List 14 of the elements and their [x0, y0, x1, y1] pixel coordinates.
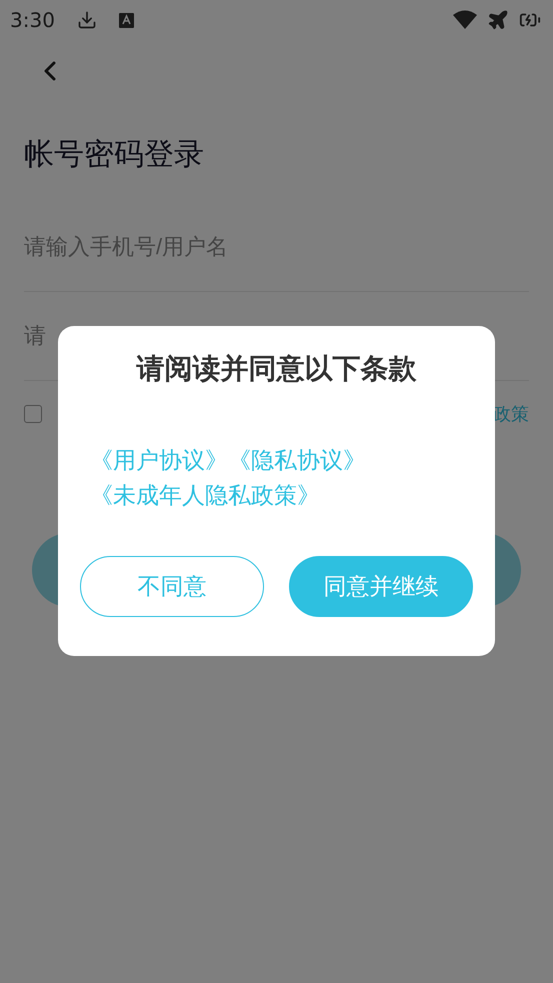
keyboard-icon	[118, 12, 134, 28]
username-field[interactable]: 请输入手机号/用户名	[24, 203, 529, 292]
page-title: 帐号密码登录	[24, 136, 205, 174]
wifi-icon	[453, 10, 477, 30]
agreement-checkbox[interactable]	[24, 405, 42, 423]
dialog-title: 请阅读并同意以下条款	[135, 351, 418, 387]
status-time: 3:30	[10, 8, 55, 32]
terms-link[interactable]: 《用户协议》	[90, 444, 228, 479]
terms-link[interactable]: 《未成年人隐私政策》	[90, 479, 320, 514]
airplane-icon	[487, 9, 509, 31]
disagree-button[interactable]: 不同意	[80, 556, 264, 617]
download-icon	[76, 10, 97, 30]
agree-button[interactable]: 同意并继续	[289, 556, 473, 617]
terms-link[interactable]: 《隐私协议》	[228, 444, 366, 479]
